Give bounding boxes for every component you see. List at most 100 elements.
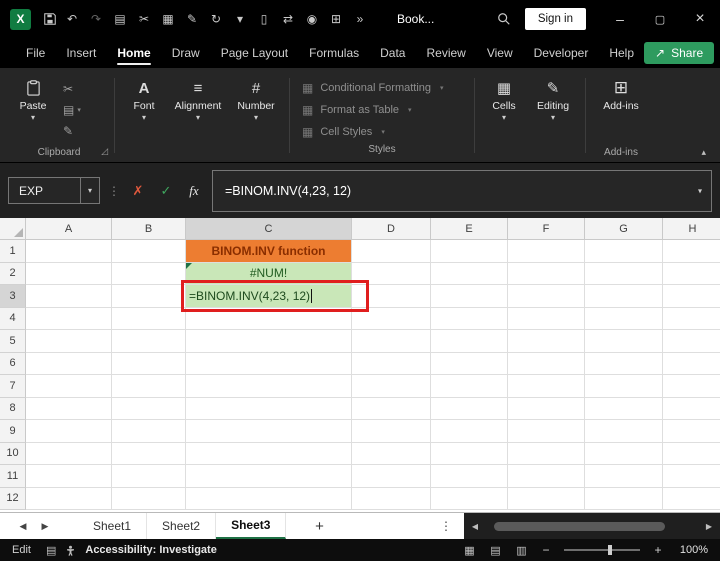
cell-h1[interactable] xyxy=(663,240,720,263)
row-header-1[interactable]: 1 xyxy=(0,240,26,263)
cell-f8[interactable] xyxy=(508,397,585,420)
tab-draw[interactable]: Draw xyxy=(162,38,210,68)
cell-d11[interactable] xyxy=(352,465,431,488)
cell-g10[interactable] xyxy=(585,442,663,465)
column-header-f[interactable]: F xyxy=(508,218,585,240)
cells-button[interactable]: ▦ Cells ▾ xyxy=(481,71,527,122)
tab-formulas[interactable]: Formulas xyxy=(299,38,369,68)
cell-h10[interactable] xyxy=(663,443,720,465)
tab-developer[interactable]: Developer xyxy=(524,38,599,68)
cell-c6[interactable] xyxy=(186,352,352,375)
page-break-view-button[interactable]: ▥ xyxy=(513,544,530,557)
cell-a8[interactable] xyxy=(26,397,112,420)
cell-d3[interactable] xyxy=(352,285,431,308)
cell-f5[interactable] xyxy=(508,330,585,353)
cell-d10[interactable] xyxy=(352,442,431,465)
cell-a6[interactable] xyxy=(26,352,112,375)
column-header-d[interactable]: D xyxy=(352,218,431,240)
cell-b11[interactable] xyxy=(112,465,186,488)
tab-insert[interactable]: Insert xyxy=(56,38,106,68)
expand-formula-bar-icon[interactable]: ▾ xyxy=(698,186,702,195)
scroll-left-icon[interactable]: ◀ xyxy=(469,522,481,531)
swap-icon[interactable]: ⇄ xyxy=(277,7,299,31)
excel-logo-icon[interactable]: X xyxy=(10,8,31,30)
copy-button[interactable]: ▤ ▾ xyxy=(58,102,86,118)
more-commands-icon[interactable]: » xyxy=(349,7,371,31)
name-box[interactable]: EXP ▾ xyxy=(8,177,100,204)
row-header-6[interactable]: 6 xyxy=(0,352,26,375)
cell-f11[interactable] xyxy=(508,465,585,488)
enter-button[interactable]: ✓ xyxy=(156,183,176,199)
undo-icon[interactable]: ↶ xyxy=(61,7,83,31)
tab-help[interactable]: Help xyxy=(599,38,644,68)
cell-e12[interactable] xyxy=(431,487,508,510)
table-icon[interactable]: ⊞ xyxy=(325,7,347,31)
cell-d9[interactable] xyxy=(352,420,431,443)
page-layout-view-button[interactable]: ▤ xyxy=(487,544,504,557)
zoom-slider[interactable] xyxy=(564,545,640,555)
cell-h9[interactable] xyxy=(663,420,720,443)
alignment-button[interactable]: ≡ Alignment ▾ xyxy=(167,71,229,122)
number-button[interactable]: # Number ▾ xyxy=(229,71,283,122)
cell-b1[interactable] xyxy=(112,240,186,263)
cell-e9[interactable] xyxy=(431,420,508,443)
cut-icon[interactable]: ✂ xyxy=(133,7,155,31)
ribbon-item-conditional-formatting[interactable]: ▦ Conditional Formatting ▾ xyxy=(296,78,468,97)
cell-f7[interactable] xyxy=(508,375,585,398)
cell-g11[interactable] xyxy=(585,465,663,488)
cell-h11[interactable] xyxy=(663,465,720,488)
cell-c1[interactable]: BINOM.INV function xyxy=(186,240,352,263)
row-header-4[interactable]: 4 xyxy=(0,307,26,330)
restore-button[interactable]: ▢ xyxy=(640,0,680,38)
cell-b8[interactable] xyxy=(112,397,186,420)
document-icon[interactable]: ▯ xyxy=(253,7,275,31)
cell-e1[interactable] xyxy=(431,240,508,263)
clipboard-icon[interactable]: ▤ xyxy=(109,7,131,31)
camera-icon[interactable]: ◉ xyxy=(301,7,323,31)
cell-c11[interactable] xyxy=(186,465,352,488)
horizontal-scrollbar[interactable]: ◀ ▶ xyxy=(464,513,720,539)
cell-g7[interactable] xyxy=(585,375,663,398)
sheet-tab-sheet3[interactable]: Sheet3 xyxy=(216,513,287,539)
editing-button[interactable]: ✎ Editing ▾ xyxy=(527,71,579,122)
cell-d6[interactable] xyxy=(352,352,431,375)
cell-d4[interactable] xyxy=(352,307,431,330)
cell-a10[interactable] xyxy=(26,442,112,465)
formula-bar-handle[interactable]: ⋮ xyxy=(108,184,120,198)
cell-a3[interactable] xyxy=(26,285,112,308)
cell-b6[interactable] xyxy=(112,352,186,375)
cell-h2[interactable] xyxy=(663,263,720,285)
font-button[interactable]: A Font ▾ xyxy=(121,71,167,122)
cell-f10[interactable] xyxy=(508,442,585,465)
cell-b5[interactable] xyxy=(112,330,186,353)
row-header-12[interactable]: 12 xyxy=(0,487,26,510)
chevron-down-icon[interactable]: ▾ xyxy=(229,7,251,31)
cell-c12[interactable] xyxy=(186,487,352,510)
cell-c5[interactable] xyxy=(186,330,352,353)
save-icon[interactable] xyxy=(39,7,61,31)
cell-e3[interactable] xyxy=(431,285,508,308)
macro-record-icon[interactable]: ▤ xyxy=(46,544,56,557)
format-painter-button[interactable]: ✎ xyxy=(58,123,86,139)
cell-d1[interactable] xyxy=(352,240,431,263)
cell-g12[interactable] xyxy=(585,487,663,510)
tab-data[interactable]: Data xyxy=(370,38,415,68)
sheet-tab-sheet1[interactable]: Sheet1 xyxy=(78,513,148,539)
cell-c9[interactable] xyxy=(186,420,352,443)
cell-f6[interactable] xyxy=(508,352,585,375)
cell-a11[interactable] xyxy=(26,465,112,488)
row-header-7[interactable]: 7 xyxy=(0,375,26,398)
tab-view[interactable]: View xyxy=(477,38,523,68)
row-header-5[interactable]: 5 xyxy=(0,330,26,353)
cell-c2[interactable]: #NUM! xyxy=(186,262,352,285)
sheet-nav-right-icon[interactable]: ▶ xyxy=(34,513,56,539)
cell-b10[interactable] xyxy=(112,442,186,465)
sheet-tab-sheet2[interactable]: Sheet2 xyxy=(147,513,217,539)
cell-e4[interactable] xyxy=(431,307,508,330)
cell-g1[interactable] xyxy=(585,240,663,263)
cell-f9[interactable] xyxy=(508,420,585,443)
cell-f12[interactable] xyxy=(508,487,585,510)
zoom-out-button[interactable]: − xyxy=(539,543,553,557)
close-button[interactable]: × xyxy=(680,0,720,38)
share-button[interactable]: ↗ Share xyxy=(644,42,715,64)
